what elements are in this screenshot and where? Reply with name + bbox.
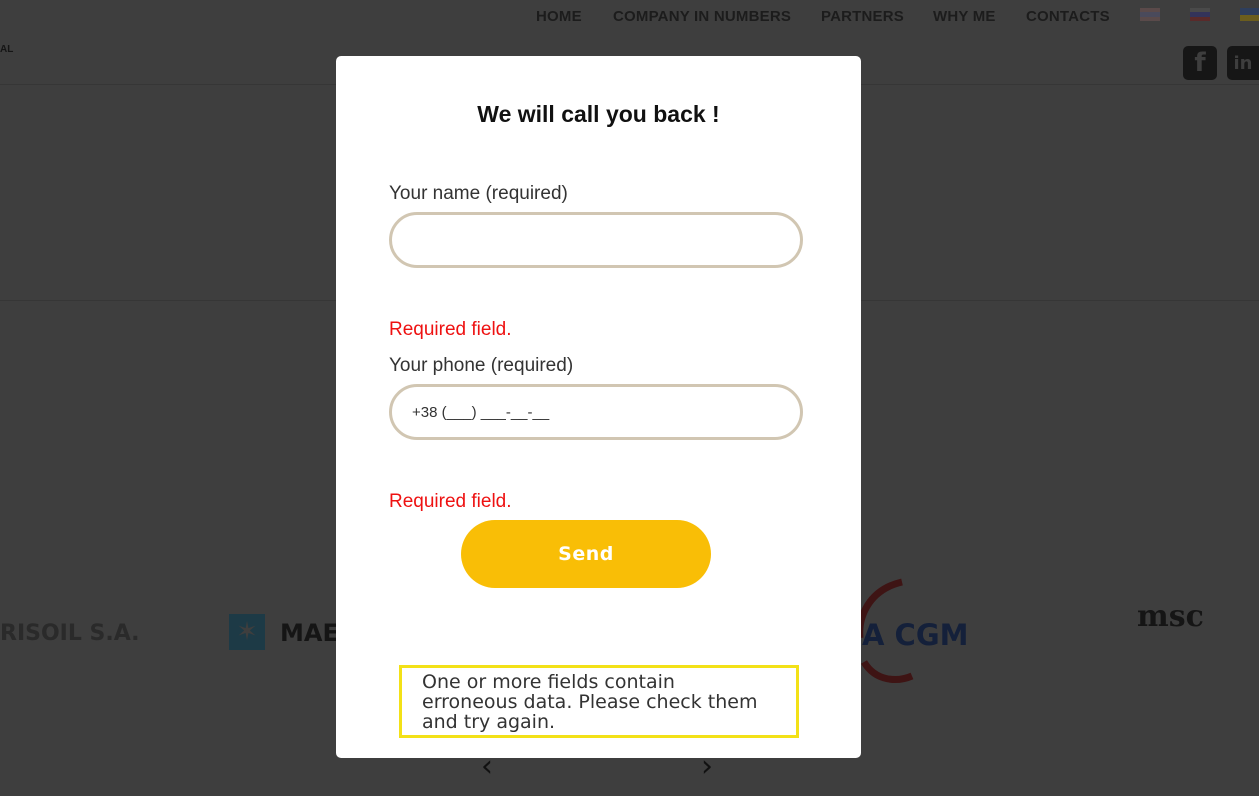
name-input[interactable]	[389, 212, 803, 268]
maersk-star-icon: ✶	[229, 614, 265, 650]
ua-flag-icon[interactable]	[1240, 8, 1259, 21]
linkedin-icon[interactable]: in	[1227, 46, 1259, 80]
nav-why-me[interactable]: WHY ME	[933, 8, 996, 25]
site-logo[interactable]: AL	[0, 44, 13, 55]
partner-logo-cma-cgm: A CGM	[862, 618, 969, 652]
form-response-message: One or more fields contain erroneous dat…	[399, 665, 799, 738]
phone-label: Your phone (required)	[389, 355, 574, 376]
ru-flag-icon[interactable]	[1190, 8, 1210, 21]
partner-logo-maersk: MAE	[280, 619, 339, 647]
phone-input[interactable]	[389, 384, 803, 440]
name-error: Required field.	[389, 319, 512, 340]
callback-modal: We will call you back ! Your name (requi…	[336, 56, 861, 758]
top-navigation: HOME COMPANY IN NUMBERS PARTNERS WHY ME …	[0, 0, 1259, 34]
name-label: Your name (required)	[389, 183, 568, 204]
facebook-icon[interactable]: f	[1183, 46, 1217, 80]
partner-logo-risoil: RISOIL S.A.	[0, 621, 140, 646]
nav-home[interactable]: HOME	[536, 8, 582, 25]
send-button[interactable]: Send	[461, 520, 711, 588]
us-flag-icon[interactable]	[1140, 8, 1160, 21]
nav-contacts[interactable]: CONTACTS	[1026, 8, 1110, 25]
nav-company-in-numbers[interactable]: COMPANY IN NUMBERS	[613, 8, 791, 25]
phone-error: Required field.	[389, 491, 512, 512]
modal-title: We will call you back !	[477, 101, 720, 127]
nav-partners[interactable]: PARTNERS	[821, 8, 904, 25]
partner-logo-msc: msc	[1137, 599, 1204, 634]
